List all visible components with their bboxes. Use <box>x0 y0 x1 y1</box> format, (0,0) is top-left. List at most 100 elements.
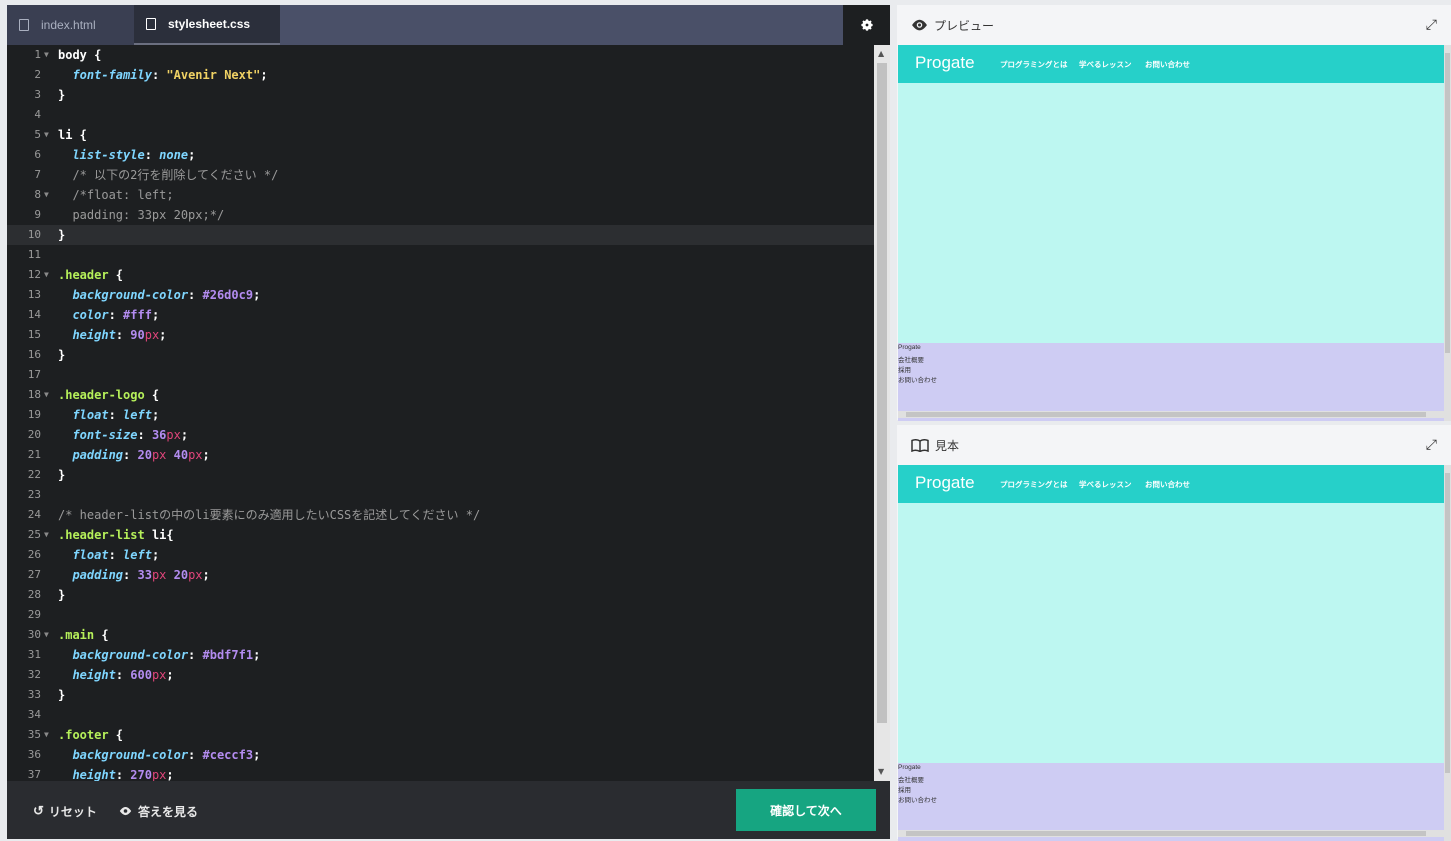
code-line[interactable]: 15 height: 90px; <box>7 325 874 345</box>
fold-arrow-icon[interactable]: ▼ <box>44 185 49 205</box>
code-line[interactable]: 29 <box>7 605 874 625</box>
code-line[interactable]: 9 padding: 33px 20px;*/ <box>7 205 874 225</box>
settings-button[interactable] <box>843 5 890 45</box>
code-token: : <box>144 148 160 162</box>
fold-arrow-icon[interactable]: ▼ <box>44 525 49 545</box>
editor-scrollbar[interactable]: ▲ ▼ <box>874 45 890 781</box>
code-token: font-size <box>72 428 138 442</box>
check-next-button[interactable]: 確認して次へ <box>736 789 876 831</box>
tab-index-html[interactable]: index.html <box>7 5 134 45</box>
preview-hscrollbar[interactable] <box>898 411 1444 418</box>
scroll-thumb[interactable] <box>877 63 887 723</box>
scroll-down-icon[interactable]: ▼ <box>878 767 884 776</box>
footer-item[interactable]: お問い合わせ <box>898 794 937 804</box>
code-token: : <box>188 748 203 762</box>
code-line[interactable]: 13 background-color: #26d0c9; <box>7 285 874 305</box>
code-line[interactable]: 11 <box>7 245 874 265</box>
footer-item[interactable]: お問い合わせ <box>898 374 937 384</box>
code-line[interactable]: 30 ▼ .main { <box>7 625 874 645</box>
reset-button[interactable]: ↺ リセット <box>33 801 97 821</box>
code-line[interactable]: 37 height: 270px; <box>7 765 874 781</box>
code-line[interactable]: 27 padding: 33px 20px; <box>7 565 874 585</box>
site-nav-item[interactable]: 学べるレッスン <box>1079 59 1132 70</box>
site-nav-item[interactable]: プログラミングとは <box>1000 479 1068 490</box>
code-line[interactable]: 19 float: left; <box>7 405 874 425</box>
fold-arrow-icon[interactable]: ▼ <box>44 385 49 405</box>
fold-arrow-icon[interactable]: ▼ <box>44 45 49 65</box>
code-line[interactable]: 12 ▼ .header { <box>7 265 874 285</box>
code-line[interactable]: 34 <box>7 705 874 725</box>
code-line[interactable]: 1 ▼ body { <box>7 45 874 65</box>
code-line[interactable]: 5 ▼ li { <box>7 125 874 145</box>
line-number: 37 <box>27 768 41 781</box>
code-line[interactable]: 20 font-size: 36px; <box>7 425 874 445</box>
line-number: 26 <box>27 548 41 561</box>
code-token: float <box>72 408 109 422</box>
code-line[interactable]: 2 font-family: "Avenir Next"; <box>7 65 874 85</box>
code-line[interactable]: 22} <box>7 465 874 485</box>
expand-icon[interactable]: ⤢ <box>1426 437 1437 453</box>
code-line[interactable]: 3} <box>7 85 874 105</box>
code-line[interactable]: 8 ▼ /*float: left; <box>7 185 874 205</box>
site-nav-item[interactable]: プログラミングとは <box>1000 59 1068 70</box>
footer-item[interactable]: 採用 <box>898 364 911 374</box>
footer-item[interactable]: Progate <box>898 344 921 351</box>
code-text: padding: 33px 20px; <box>58 565 209 585</box>
code-line[interactable]: 6 list-style: none; <box>7 145 874 165</box>
code-area[interactable]: 1 ▼ body {2 font-family: "Avenir Next"; 3} 4… <box>7 45 874 781</box>
fold-arrow-icon[interactable]: ▼ <box>44 625 49 645</box>
code-line[interactable]: 28} <box>7 585 874 605</box>
code-line[interactable]: 16} <box>7 345 874 365</box>
code-line[interactable]: 18 ▼ .header-logo { <box>7 385 874 405</box>
preview-vscrollbar[interactable] <box>1444 45 1451 421</box>
show-answer-button[interactable]: 答えを見る <box>119 801 198 821</box>
code-token: { <box>108 268 124 282</box>
site-header: Progate プログラミングとは 学べるレッスン お問い合わせ <box>898 465 1444 503</box>
scroll-up-icon[interactable]: ▲ <box>878 49 884 58</box>
code-token: : <box>115 768 131 781</box>
code-line[interactable]: 14 color: #fff; <box>7 305 874 325</box>
site-nav-item[interactable]: 学べるレッスン <box>1079 479 1132 490</box>
site-nav-item[interactable]: お問い合わせ <box>1145 479 1190 490</box>
code-token: #ceccf3 <box>202 748 254 762</box>
code-line[interactable]: 4 <box>7 105 874 125</box>
scroll-thumb[interactable] <box>1445 473 1450 773</box>
code-line[interactable]: 17 <box>7 365 874 385</box>
code-line[interactable]: 31 background-color: #bdf7f1; <box>7 645 874 665</box>
code-line[interactable]: 25 ▼ .header-list li{ <box>7 525 874 545</box>
footer-item[interactable]: 会社概要 <box>898 354 924 364</box>
code-line[interactable]: 26 float: left; <box>7 545 874 565</box>
site-nav-item[interactable]: お問い合わせ <box>1145 59 1190 70</box>
scroll-thumb[interactable] <box>906 412 1426 417</box>
code-line[interactable]: 32 height: 600px; <box>7 665 874 685</box>
code-line[interactable]: 35 ▼ .footer { <box>7 725 874 745</box>
fold-arrow-icon[interactable]: ▼ <box>44 125 49 145</box>
code-line[interactable]: 36 background-color: #ceccf3; <box>7 745 874 765</box>
code-line[interactable]: 24 /* header-listの中のli要素にのみ適用したいCSSを記述してく… <box>7 505 874 525</box>
code-line[interactable]: 33} <box>7 685 874 705</box>
fold-arrow-icon[interactable]: ▼ <box>44 725 49 745</box>
footer-item[interactable]: Progate <box>898 764 921 771</box>
line-number: 11 <box>27 248 41 261</box>
scroll-thumb[interactable] <box>1445 53 1450 353</box>
line-number: 5 <box>34 128 41 141</box>
fold-arrow-icon[interactable]: ▼ <box>44 265 49 285</box>
code-token: ; <box>253 288 261 302</box>
scroll-thumb[interactable] <box>906 831 1426 836</box>
code-line[interactable]: 23 <box>7 485 874 505</box>
code-line[interactable]: 10} <box>7 225 874 245</box>
footer-item[interactable]: 採用 <box>898 784 911 794</box>
code-token: #26d0c9 <box>202 288 254 302</box>
code-line[interactable]: 7 /* 以下の2行を削除してください */ <box>7 165 874 185</box>
code-token: left <box>123 408 152 422</box>
footer-item[interactable]: 会社概要 <box>898 774 924 784</box>
sample-vscrollbar[interactable] <box>1444 465 1451 841</box>
code-token: { <box>86 48 102 62</box>
line-number: 23 <box>27 488 41 501</box>
expand-icon[interactable]: ⤢ <box>1426 17 1437 33</box>
tab-stylesheet-css[interactable]: stylesheet.css <box>134 5 280 45</box>
code-line[interactable]: 21 padding: 20px 40px; <box>7 445 874 465</box>
sample-hscrollbar[interactable] <box>898 830 1444 837</box>
